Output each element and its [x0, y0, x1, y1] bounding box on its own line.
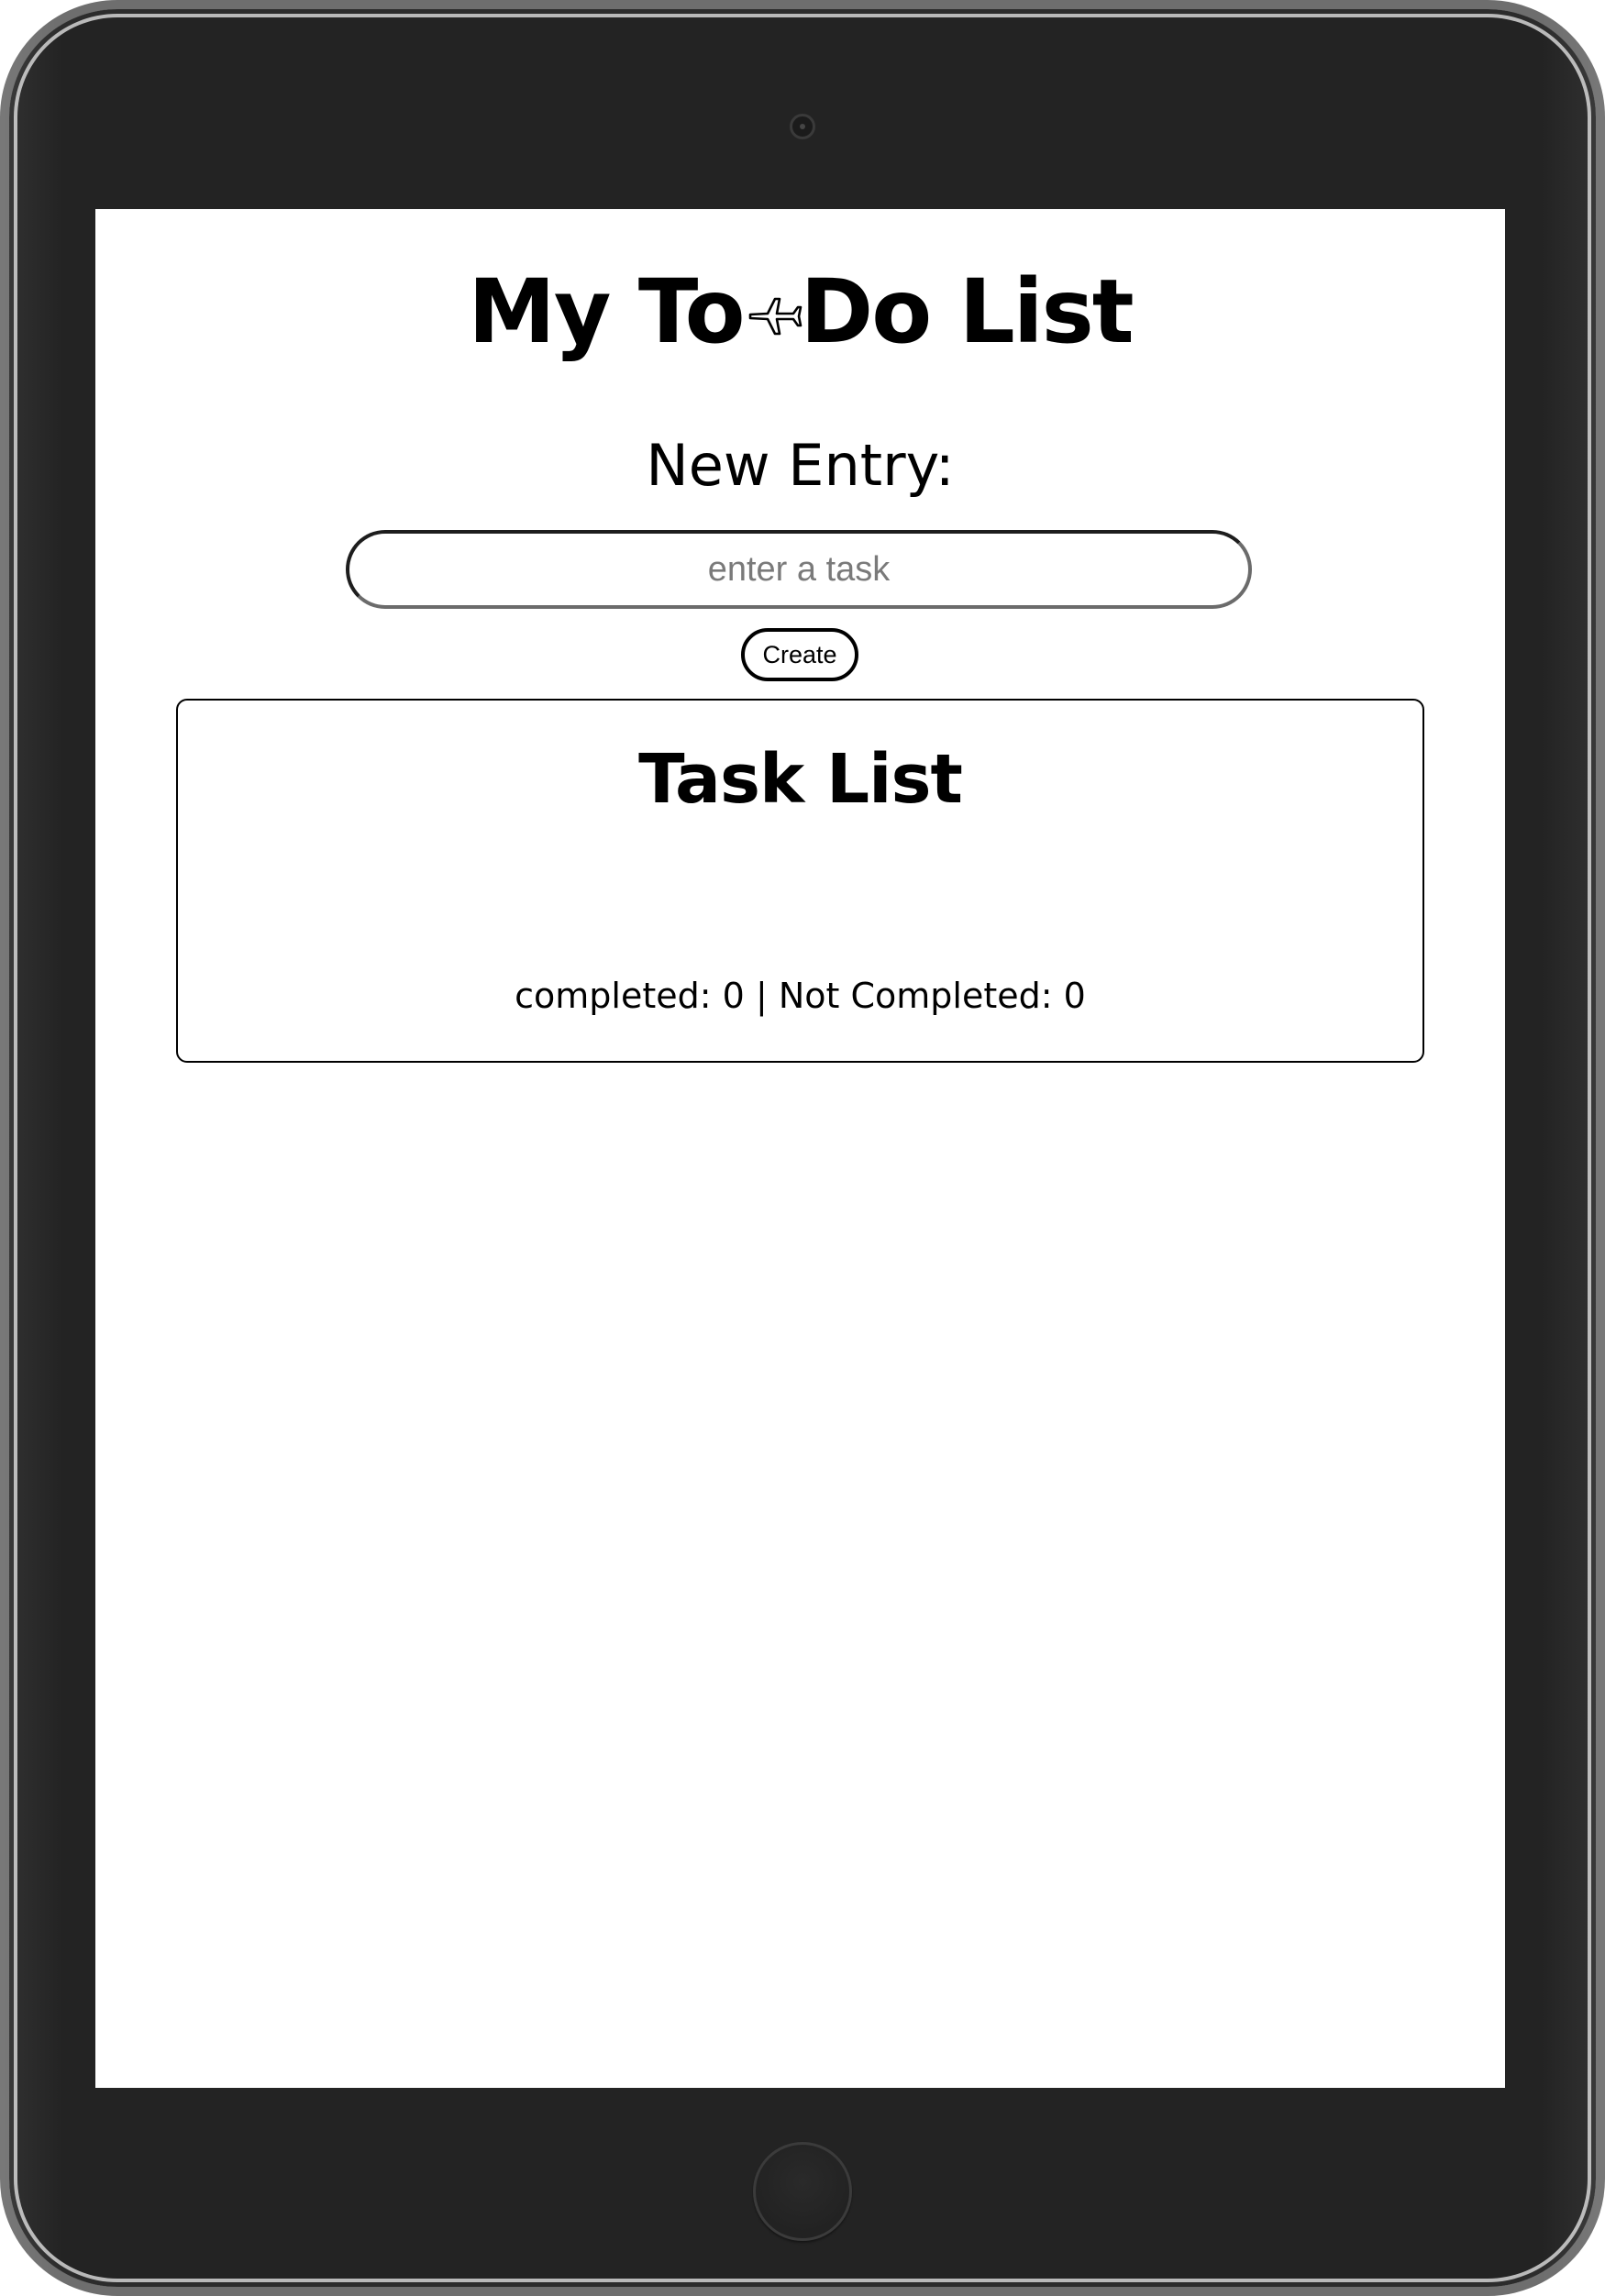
page-title: My To Do List — [95, 257, 1505, 367]
app-screen: My To Do List New Entry: Create Task List… — [95, 209, 1505, 2088]
home-button[interactable] — [753, 2142, 852, 2241]
front-camera-icon — [790, 114, 815, 139]
not-completed-count: 0 — [1063, 976, 1086, 1016]
new-entry-label: New Entry: — [646, 432, 955, 499]
task-status-summary: completed: 0 | Not Completed: 0 — [178, 974, 1422, 1018]
page-title-end: Do List — [800, 260, 1135, 363]
task-list-title: Task List — [638, 740, 963, 819]
status-separator: | — [755, 976, 768, 1016]
not-completed-label: Not Completed: — [778, 976, 1053, 1016]
task-list-panel: Task List completed: 0 | Not Completed: … — [176, 699, 1424, 1063]
task-input[interactable] — [346, 530, 1252, 609]
airplane-icon — [748, 297, 802, 336]
page-title-start: My To — [468, 260, 745, 363]
completed-count: 0 — [722, 976, 745, 1016]
create-button[interactable]: Create — [741, 628, 858, 681]
completed-label: completed: — [515, 976, 712, 1016]
task-list — [178, 838, 1422, 948]
